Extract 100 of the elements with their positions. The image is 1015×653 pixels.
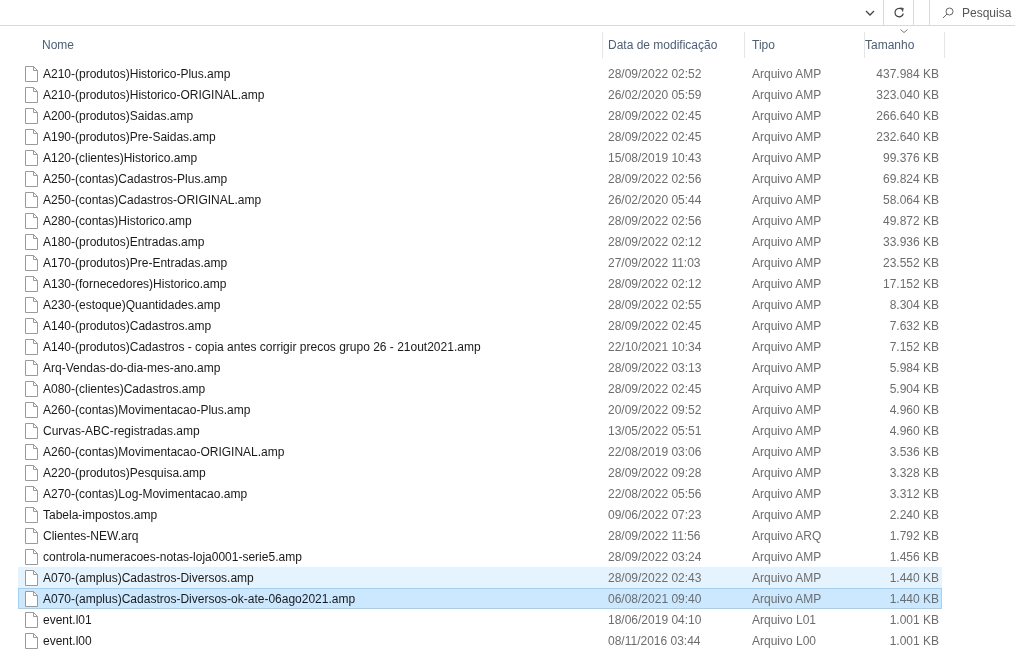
file-type: Arquivo L00 [752,633,817,648]
file-type: Arquivo AMP [752,171,822,186]
modified-date: 28/09/2022 02:45 [608,318,702,333]
file-size: 49.872 KB [882,212,939,230]
file-name: A280-(contas)Historico.amp [43,212,192,230]
file-name: A140-(produtos)Cadastros.amp [43,317,212,335]
file-name: Curvas-ABC-registradas.amp [43,422,200,440]
file-size: 1.792 KB [889,527,939,545]
file-name: A070-(amplus)Cadastros-Diversos.amp [43,569,254,587]
file-size: 4.960 KB [889,401,939,419]
file-name: A230-(estoque)Quantidades.amp [43,296,221,314]
file-icon [25,107,38,124]
modified-date: 28/09/2022 09:28 [608,465,702,480]
file-name: A260-(contas)Movimentacao-Plus.amp [43,401,251,419]
chevron-down-icon[interactable] [865,9,875,16]
file-icon [25,296,38,313]
file-type: Arquivo AMP [752,234,822,249]
file-size: 1.440 KB [889,590,939,608]
column-header[interactable]: Tipo [745,32,865,58]
file-name: A270-(contas)Log-Movimentacao.amp [43,485,248,503]
file-icon [25,86,38,103]
file-type: Arquivo AMP [752,276,822,291]
file-type: Arquivo AMP [752,339,822,354]
file-icon [25,191,38,208]
file-type: Arquivo AMP [752,318,822,333]
file-icon [25,254,38,271]
file-size: 323.040 KB [876,86,939,104]
modified-date: 28/09/2022 02:12 [608,276,702,291]
file-type: Arquivo AMP [752,381,822,396]
file-type: Arquivo AMP [752,465,822,480]
file-icon [25,548,38,565]
modified-date: 20/09/2022 09:52 [608,402,702,417]
file-name: A120-(clientes)Historico.amp [43,149,198,167]
file-type: Arquivo AMP [752,360,822,375]
column-header[interactable]: Data de modificação [603,32,745,58]
file-icon [25,422,38,439]
file-icon [25,443,38,460]
file-type: Arquivo AMP [752,549,822,564]
file-size: 232.640 KB [876,128,939,146]
modified-date: 28/09/2022 02:56 [608,213,702,228]
file-icon [25,632,38,649]
modified-date: 28/09/2022 02:56 [608,171,702,186]
file-size: 7.152 KB [889,338,939,356]
search-field[interactable]: Pesquisa [962,3,1015,22]
modified-date: 27/09/2022 11:03 [608,255,701,270]
file-name: A140-(produtos)Cadastros - copia antes corrigir precos grupo 26 - 21out2021.amp [43,338,481,356]
modified-date: 22/10/2021 10:34 [608,339,702,354]
file-icon [25,275,38,292]
file-icon [25,212,38,229]
file-name: Arq-Vendas-do-dia-mes-ano.amp [43,359,221,377]
file-icon [25,380,38,397]
file-icon [25,128,38,145]
file-size: 1.001 KB [889,611,939,629]
file-type: Arquivo AMP [752,570,822,585]
modified-date: 28/09/2022 02:52 [608,66,702,81]
modified-date: 08/11/2016 03:44 [608,633,701,648]
file-size: 69.824 KB [882,170,939,188]
modified-date: 28/09/2022 11:56 [608,528,701,543]
modified-date: 06/08/2021 09:40 [608,591,702,606]
file-name: A180-(produtos)Entradas.amp [43,233,205,251]
file-size: 2.240 KB [889,506,939,524]
file-name: A250-(contas)Cadastros-Plus.amp [43,170,228,188]
file-type: Arquivo AMP [752,486,822,501]
file-type: Arquivo AMP [752,444,822,459]
file-type: Arquivo AMP [752,591,822,606]
file-type: Arquivo AMP [752,402,822,417]
file-size: 1.001 KB [889,632,939,650]
file-icon [25,317,38,334]
file-size: 437.984 KB [876,65,939,83]
modified-date: 28/09/2022 03:24 [608,549,702,564]
file-type: Arquivo AMP [752,129,822,144]
modified-date: 26/02/2020 05:44 [608,192,702,207]
file-name: A210-(produtos)Historico-ORIGINAL.amp [43,86,265,104]
file-icon [25,527,38,544]
file-name: event.l01 [43,611,92,629]
file-type: Arquivo AMP [752,150,822,165]
modified-date: 28/09/2022 02:45 [608,108,702,123]
file-size: 4.960 KB [889,422,939,440]
file-size: 3.536 KB [889,443,939,461]
file-row[interactable]: A070-(amplus)Cadastros-Diversos.amp 28/09/2022 02:43 Arquivo AMP 1.440 KB [18,567,942,588]
file-row[interactable]: A070-(amplus)Cadastros-Diversos-ok-ate-06ago2021.amp 06/08/2021 09:40 Arquivo AMP 1.440 KB [18,588,942,609]
column-header[interactable]: Nome [18,32,603,58]
file-icon [25,485,38,502]
file-size: 5.984 KB [889,359,939,377]
file-type: Arquivo AMP [752,87,822,102]
file-name: event.l00 [43,632,92,650]
file-icon [25,170,38,187]
file-icon [25,233,38,250]
modified-date: 28/09/2022 02:45 [608,129,702,144]
modified-date: 28/09/2022 03:13 [608,360,702,375]
file-size: 58.064 KB [882,191,939,209]
file-icon [25,401,38,418]
file-name: A190-(produtos)Pre-Saidas.amp [43,128,216,146]
file-size: 266.640 KB [876,107,939,125]
file-size: 33.936 KB [882,233,939,251]
column-header[interactable]: Tamanho [865,32,945,58]
file-name: A250-(contas)Cadastros-ORIGINAL.amp [43,191,262,209]
modified-date: 28/09/2022 02:55 [608,297,702,312]
modified-date: 28/09/2022 02:43 [608,570,702,585]
file-name: Tabela-impostos.amp [43,506,158,524]
